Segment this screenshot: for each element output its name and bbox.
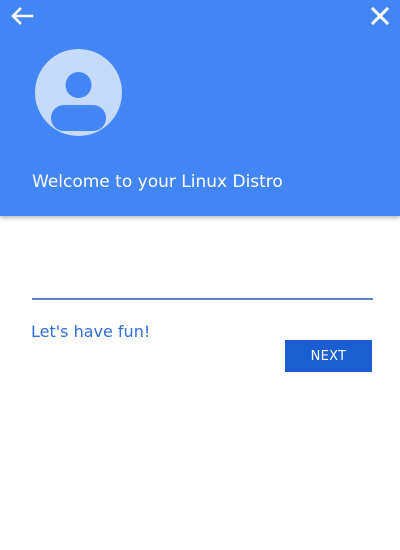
header-banner: Welcome to your Linux Distro [0,0,400,216]
next-button[interactable]: NEXT [285,340,372,372]
account-circle-icon [51,72,106,131]
close-button[interactable] [368,4,392,28]
back-button[interactable] [8,4,36,28]
arrow-left-icon [11,7,34,25]
welcome-message: Let's have fun! [31,322,151,341]
avatar [35,49,122,136]
name-input[interactable] [32,272,373,300]
close-icon [370,6,390,26]
welcome-title: Welcome to your Linux Distro [32,172,283,192]
